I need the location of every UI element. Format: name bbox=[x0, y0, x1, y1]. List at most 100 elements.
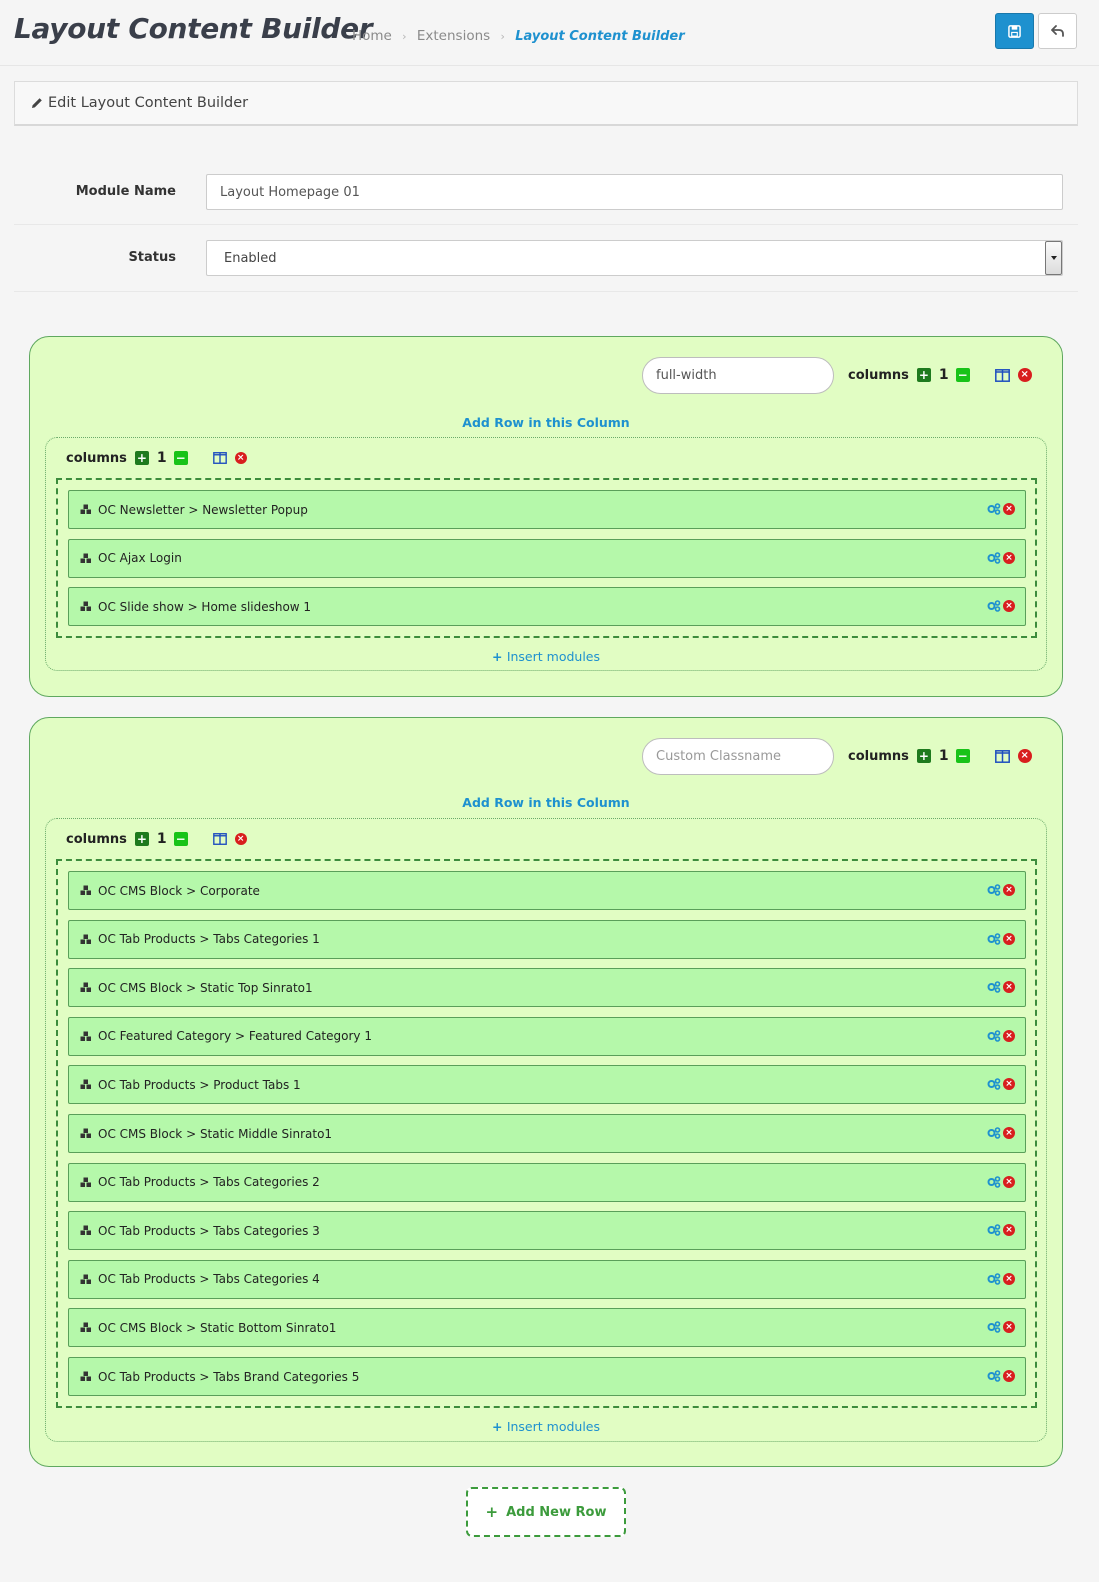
breadcrumb-extensions[interactable]: Extensions bbox=[417, 28, 490, 44]
module-name: OC Tab Products > Product Tabs 1 bbox=[98, 1077, 301, 1092]
remove-column-icon[interactable]: − bbox=[173, 451, 188, 465]
module-name: OC Featured Category > Featured Category… bbox=[98, 1029, 372, 1044]
save-icon bbox=[1008, 24, 1021, 38]
classname-input[interactable] bbox=[642, 357, 834, 394]
cogs-icon[interactable] bbox=[987, 932, 1001, 945]
module-item[interactable]: OC Slide show > Home slideshow 1 × bbox=[68, 587, 1026, 627]
save-button[interactable] bbox=[995, 13, 1034, 49]
cogs-icon[interactable] bbox=[987, 600, 1001, 612]
module-item[interactable]: OC CMS Block > Static Bottom Sinrato1 × bbox=[68, 1308, 1026, 1348]
times-circle-icon[interactable]: × bbox=[1003, 1370, 1015, 1382]
cogs-icon[interactable] bbox=[987, 1370, 1001, 1382]
times-circle-icon[interactable]: × bbox=[1003, 1029, 1015, 1042]
module-item[interactable]: OC Tab Products > Product Tabs 1 × bbox=[68, 1065, 1026, 1105]
panel-title: Edit Layout Content Builder bbox=[48, 95, 249, 111]
cogs-icon[interactable] bbox=[987, 1175, 1001, 1188]
module-item[interactable]: OC Featured Category > Featured Category… bbox=[68, 1016, 1026, 1056]
module-item[interactable]: OC Tab Products > Tabs Categories 3 × bbox=[68, 1211, 1026, 1251]
module-item[interactable]: OC Tab Products > Tabs Categories 1 × bbox=[68, 919, 1026, 959]
breadcrumb-current[interactable]: Layout Content Builder bbox=[515, 29, 684, 44]
module-actions: × bbox=[987, 1272, 1015, 1285]
times-circle-icon[interactable]: × bbox=[1003, 1321, 1015, 1334]
status-select[interactable]: Enabled bbox=[206, 240, 1063, 276]
cubes-icon bbox=[80, 982, 92, 993]
add-row-in-column-link[interactable]: Add Row in this Column bbox=[30, 795, 1062, 810]
times-circle-icon[interactable]: × bbox=[1003, 1175, 1015, 1188]
module-item[interactable]: OC Newsletter > Newsletter Popup × bbox=[68, 490, 1026, 529]
page-header: Layout Content Builder Home › Extensions… bbox=[0, 0, 1099, 66]
delete-column-icon[interactable]: × bbox=[234, 452, 247, 464]
columns-layout-icon[interactable] bbox=[994, 749, 1010, 763]
cogs-icon[interactable] bbox=[987, 1272, 1001, 1285]
panel-heading: Edit Layout Content Builder bbox=[14, 81, 1078, 126]
delete-row-icon[interactable]: × bbox=[1017, 368, 1032, 382]
times-circle-icon[interactable]: × bbox=[1003, 1224, 1015, 1237]
columns-label: columns bbox=[848, 748, 909, 764]
delete-column-icon[interactable]: × bbox=[234, 833, 247, 845]
times-circle-icon[interactable]: × bbox=[1003, 1272, 1015, 1285]
module-actions: × bbox=[987, 981, 1015, 994]
module-item[interactable]: OC Tab Products > Tabs Brand Categories … bbox=[68, 1357, 1026, 1396]
insert-modules-link[interactable]: + Insert modules bbox=[46, 1419, 1046, 1434]
times-circle-icon[interactable]: × bbox=[1003, 932, 1015, 945]
times-circle-icon[interactable]: × bbox=[1003, 981, 1015, 994]
times-circle-icon[interactable]: × bbox=[1003, 1078, 1015, 1091]
remove-column-icon[interactable]: − bbox=[955, 368, 970, 382]
status-selected-value: Enabled bbox=[224, 250, 277, 266]
times-circle-icon[interactable]: × bbox=[1003, 551, 1015, 564]
columns-layout-icon[interactable] bbox=[212, 833, 227, 845]
modules-drop-zone[interactable]: OC Newsletter > Newsletter Popup × OC Ajax… bbox=[56, 478, 1037, 638]
times-circle-icon[interactable]: × bbox=[1003, 600, 1015, 613]
dropdown-arrow-icon[interactable] bbox=[1045, 241, 1062, 275]
columns-label: columns bbox=[66, 831, 127, 847]
modules-drop-zone[interactable]: OC CMS Block > Corporate × OC Tab Products… bbox=[56, 859, 1037, 1408]
cogs-icon[interactable] bbox=[987, 1321, 1001, 1334]
cogs-icon[interactable] bbox=[987, 1078, 1001, 1091]
remove-column-icon[interactable]: − bbox=[955, 749, 970, 763]
remove-column-icon[interactable]: − bbox=[173, 832, 188, 846]
module-item[interactable]: OC CMS Block > Static Top Sinrato1 × bbox=[68, 968, 1026, 1008]
cubes-icon bbox=[80, 1322, 92, 1333]
module-actions: × bbox=[987, 932, 1015, 945]
add-column-icon[interactable]: + bbox=[134, 451, 149, 465]
column-control: columns + 1 − × bbox=[66, 831, 247, 847]
module-actions: × bbox=[987, 600, 1015, 613]
module-item[interactable]: OC Ajax Login × bbox=[68, 538, 1026, 578]
cogs-icon[interactable] bbox=[987, 1127, 1001, 1139]
module-name-input[interactable] bbox=[206, 174, 1063, 210]
times-circle-icon[interactable]: × bbox=[1003, 503, 1015, 515]
module-name: OC Slide show > Home slideshow 1 bbox=[98, 599, 312, 614]
reply-icon bbox=[1050, 25, 1065, 37]
times-circle-icon[interactable]: × bbox=[1003, 1127, 1015, 1139]
add-row-in-column-link[interactable]: Add Row in this Column bbox=[30, 415, 1062, 430]
cogs-icon[interactable] bbox=[987, 1224, 1001, 1236]
back-button[interactable] bbox=[1038, 13, 1077, 49]
module-name: OC Newsletter > Newsletter Popup bbox=[98, 502, 308, 517]
delete-row-icon[interactable]: × bbox=[1017, 749, 1032, 763]
times-circle-icon[interactable]: × bbox=[1003, 884, 1015, 896]
columns-count: 1 bbox=[938, 748, 949, 764]
module-name: OC Tab Products > Tabs Categories 4 bbox=[98, 1272, 320, 1287]
cogs-icon[interactable] bbox=[987, 503, 1001, 515]
module-item[interactable]: OC CMS Block > Static Middle Sinrato1 × bbox=[68, 1114, 1026, 1153]
cogs-icon[interactable] bbox=[987, 884, 1001, 896]
breadcrumb-home[interactable]: Home bbox=[352, 28, 392, 44]
module-item[interactable]: OC CMS Block > Corporate × bbox=[68, 871, 1026, 910]
module-item[interactable]: OC Tab Products > Tabs Categories 2 × bbox=[68, 1162, 1026, 1202]
module-name: OC CMS Block > Static Middle Sinrato1 bbox=[98, 1126, 333, 1141]
columns-layout-icon[interactable] bbox=[994, 368, 1010, 382]
cogs-icon[interactable] bbox=[987, 551, 1001, 564]
module-actions: × bbox=[987, 884, 1015, 896]
cogs-icon[interactable] bbox=[987, 981, 1001, 993]
module-actions: × bbox=[987, 1029, 1015, 1042]
classname-input[interactable] bbox=[642, 738, 834, 775]
add-column-icon[interactable]: + bbox=[134, 832, 149, 846]
add-column-icon[interactable]: + bbox=[916, 749, 931, 763]
add-new-row-button[interactable]: + Add New Row bbox=[466, 1487, 626, 1537]
module-actions: × bbox=[987, 1224, 1015, 1237]
insert-modules-link[interactable]: + Insert modules bbox=[46, 649, 1046, 664]
add-column-icon[interactable]: + bbox=[916, 368, 931, 382]
cogs-icon[interactable] bbox=[987, 1029, 1001, 1042]
columns-layout-icon[interactable] bbox=[212, 452, 227, 464]
module-item[interactable]: OC Tab Products > Tabs Categories 4 × bbox=[68, 1259, 1026, 1299]
